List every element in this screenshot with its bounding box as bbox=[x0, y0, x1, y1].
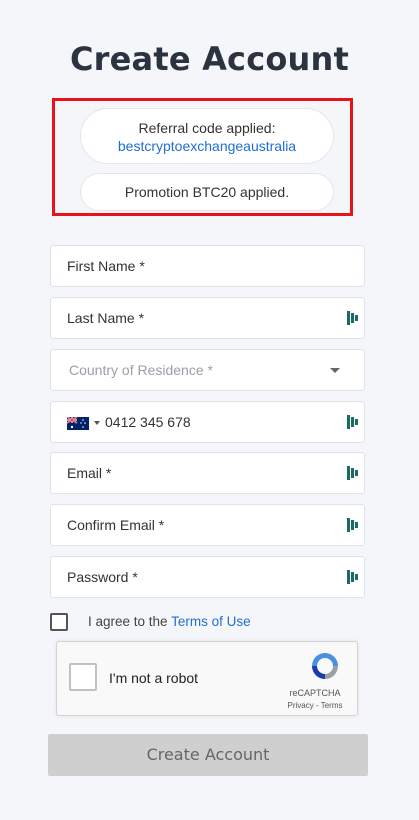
terms-label: I agree to the Terms of Use bbox=[88, 614, 251, 629]
recaptcha-widget: I'm not a robot reCAPTCHA Privacy - Term… bbox=[56, 641, 358, 716]
password-manager-icon[interactable] bbox=[347, 466, 358, 480]
promotion-badge: Promotion BTC20 applied. bbox=[80, 173, 334, 211]
password-manager-icon[interactable] bbox=[347, 311, 358, 325]
chevron-down-icon[interactable] bbox=[94, 421, 100, 425]
first-name-field[interactable]: First Name * bbox=[50, 245, 365, 287]
referral-label: Referral code applied: bbox=[138, 120, 276, 136]
password-manager-icon[interactable] bbox=[347, 518, 358, 532]
last-name-label: Last Name * bbox=[67, 310, 145, 326]
country-placeholder: Country of Residence * bbox=[69, 362, 213, 378]
create-account-button[interactable]: Create Account bbox=[48, 734, 368, 776]
recaptcha-checkbox[interactable] bbox=[69, 663, 97, 691]
referral-code: bestcryptoexchangeaustralia bbox=[117, 138, 297, 154]
email-field[interactable]: Email * bbox=[50, 452, 365, 494]
terms-of-use-link[interactable]: Terms of Use bbox=[171, 614, 251, 629]
phone-value: 0412 345 678 bbox=[105, 414, 191, 430]
first-name-label: First Name * bbox=[67, 258, 145, 274]
last-name-field[interactable]: Last Name * bbox=[50, 297, 365, 339]
recaptcha-logo-icon bbox=[312, 653, 338, 679]
password-manager-icon[interactable] bbox=[347, 415, 358, 429]
country-select[interactable]: Country of Residence * bbox=[50, 349, 365, 391]
recaptcha-label: I'm not a robot bbox=[109, 670, 199, 686]
chevron-down-icon bbox=[330, 368, 340, 373]
terms-prefix: I agree to the bbox=[88, 614, 172, 629]
recaptcha-links[interactable]: Privacy - Terms bbox=[285, 701, 345, 710]
password-label: Password * bbox=[67, 569, 138, 585]
page-title: Create Account bbox=[69, 40, 350, 78]
phone-field[interactable]: 0412 345 678 bbox=[50, 401, 365, 443]
password-field[interactable]: Password * bbox=[50, 556, 365, 598]
recaptcha-brand: reCAPTCHA bbox=[289, 688, 341, 698]
confirm-email-field[interactable]: Confirm Email * bbox=[50, 504, 365, 546]
email-label: Email * bbox=[67, 465, 112, 481]
terms-checkbox[interactable] bbox=[50, 613, 68, 631]
referral-badge: Referral code applied: bestcryptoexchang… bbox=[80, 108, 334, 164]
confirm-email-label: Confirm Email * bbox=[67, 517, 165, 533]
password-manager-icon[interactable] bbox=[347, 570, 358, 584]
australia-flag-icon[interactable] bbox=[67, 417, 89, 430]
